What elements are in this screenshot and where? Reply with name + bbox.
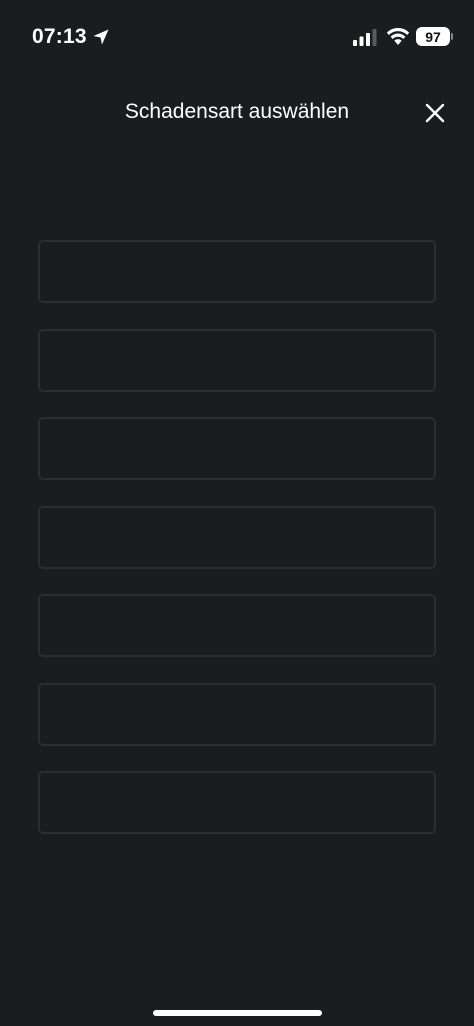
battery-indicator: 97 [416, 27, 450, 46]
damage-type-option[interactable] [38, 417, 436, 480]
location-arrow-icon [93, 29, 109, 45]
status-bar: 07:13 97 [0, 0, 474, 76]
status-time: 07:13 [32, 25, 87, 48]
battery-tip [451, 33, 453, 40]
damage-type-option[interactable] [38, 594, 436, 657]
damage-type-option[interactable] [38, 240, 436, 303]
home-indicator[interactable] [153, 1010, 322, 1016]
modal-header: Schadensart auswählen [0, 88, 474, 138]
damage-type-option[interactable] [38, 505, 436, 569]
close-icon [425, 103, 445, 123]
battery-level: 97 [425, 28, 441, 45]
damage-type-option[interactable] [38, 771, 436, 834]
damage-type-option[interactable] [38, 328, 436, 392]
wifi-icon [386, 27, 410, 45]
damage-type-option[interactable] [38, 682, 436, 746]
damage-type-list [38, 240, 436, 860]
cellular-signal-icon [353, 29, 377, 46]
page-title: Schadensart auswählen [124, 100, 350, 123]
close-button[interactable] [418, 96, 452, 130]
